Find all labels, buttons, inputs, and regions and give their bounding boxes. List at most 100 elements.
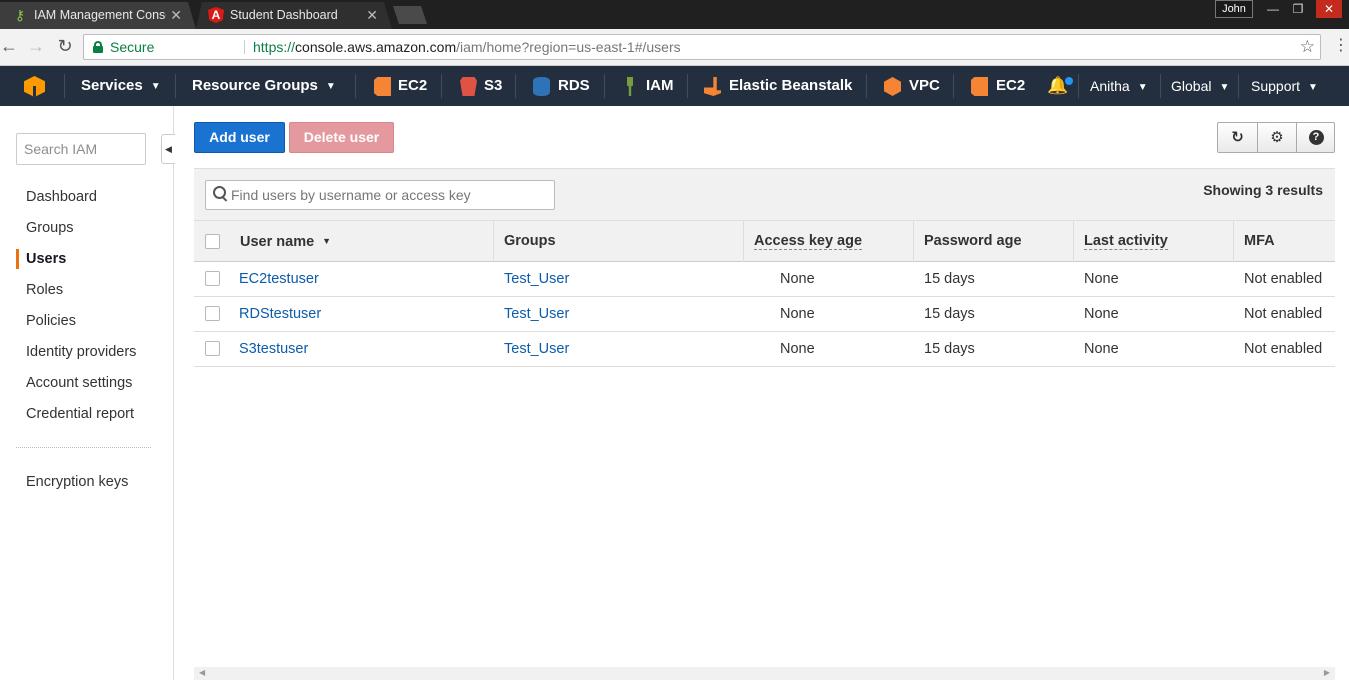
browser-tab-iam[interactable]: ⚷ IAM Management Console ✕: [0, 2, 196, 29]
column-label: User name: [240, 234, 315, 250]
browser-toolbar: ← → ↻ Secure https://console.aws.amazon.…: [0, 29, 1349, 66]
rds-icon: [533, 77, 550, 96]
shortcut-iam[interactable]: IAM: [646, 66, 674, 106]
select-all-checkbox[interactable]: [205, 234, 220, 249]
column-separator: [493, 221, 494, 262]
elastic-beanstalk-icon: [704, 77, 721, 96]
account-menu[interactable]: Anitha ▼: [1090, 66, 1148, 106]
caret-down-icon: ▼: [150, 81, 161, 92]
sidebar-item-policies[interactable]: Policies: [26, 313, 76, 329]
table-row[interactable]: S3testuser Test_User None 15 days None N…: [194, 332, 1335, 367]
browser-tab-student-dashboard[interactable]: A Student Dashboard ✕: [196, 2, 392, 29]
user-name-link[interactable]: EC2testuser: [239, 262, 319, 296]
window-minimize-button[interactable]: —: [1262, 0, 1284, 18]
notifications-bell-icon[interactable]: 🔔: [1047, 76, 1068, 96]
access-key-age: None: [780, 271, 815, 287]
shortcut-ec2[interactable]: EC2: [398, 66, 427, 106]
shortcut-rds[interactable]: RDS: [558, 66, 590, 106]
group-link[interactable]: Test_User: [504, 262, 569, 296]
row-checkbox[interactable]: [205, 306, 220, 321]
shortcut-s3[interactable]: S3: [484, 66, 502, 106]
sidebar-item-account-settings[interactable]: Account settings: [26, 375, 132, 391]
sidebar-collapse-button[interactable]: ◀: [161, 134, 175, 164]
sidebar-item-users[interactable]: Users: [26, 251, 66, 267]
nav-separator: [1238, 74, 1239, 98]
sidebar-item-identity-providers[interactable]: Identity providers: [26, 344, 136, 360]
column-password-age[interactable]: Password age: [924, 221, 1022, 262]
refresh-icon[interactable]: ↻: [1218, 123, 1257, 152]
window-close-button[interactable]: ✕: [1316, 0, 1342, 18]
aws-logo-icon[interactable]: [24, 76, 45, 97]
sort-down-icon: ▼: [322, 236, 332, 246]
column-user-name[interactable]: User name ▼: [240, 221, 331, 262]
horizontal-scrollbar[interactable]: ◀ ▶: [194, 667, 1335, 680]
address-bar[interactable]: Secure https://console.aws.amazon.com/ia…: [83, 34, 1321, 60]
group-link[interactable]: Test_User: [504, 332, 569, 366]
search-iam-input[interactable]: [16, 133, 146, 165]
users-table-header: Showing 3 results User name ▼ Groups Acce…: [194, 168, 1335, 262]
resource-groups-menu[interactable]: Resource Groups ▼: [192, 66, 336, 106]
column-separator: [913, 221, 914, 262]
iam-key-favicon-icon: ⚷: [14, 7, 26, 23]
reload-icon[interactable]: ↻: [54, 35, 76, 57]
row-checkbox[interactable]: [205, 271, 220, 286]
help-icon[interactable]: ?: [1296, 123, 1335, 152]
scroll-right-icon[interactable]: ▶: [1324, 668, 1330, 677]
address-separator: [244, 40, 245, 54]
mfa-status: Not enabled: [1244, 341, 1323, 357]
mfa-status: Not enabled: [1244, 271, 1323, 287]
iam-sidebar: Dashboard Groups Users Roles Policies Id…: [0, 106, 174, 680]
region-label: Global: [1171, 78, 1212, 94]
scroll-left-icon[interactable]: ◀: [199, 668, 205, 677]
sidebar-item-dashboard[interactable]: Dashboard: [26, 189, 97, 205]
add-user-button[interactable]: Add user: [194, 122, 285, 153]
nav-separator: [175, 74, 176, 98]
caret-down-icon: ▼: [1308, 82, 1318, 93]
user-filter: [205, 180, 555, 210]
row-checkbox[interactable]: [205, 341, 220, 356]
forward-arrow-icon[interactable]: →: [25, 35, 47, 57]
group-link[interactable]: Test_User: [504, 297, 569, 331]
table-row[interactable]: EC2testuser Test_User None 15 days None …: [194, 262, 1335, 297]
aws-navigation-bar: Services ▼ Resource Groups ▼ EC2 S3 RDS IA…: [0, 66, 1349, 106]
bookmark-star-icon[interactable]: ☆: [1300, 35, 1315, 59]
find-users-input[interactable]: [231, 181, 551, 209]
secure-label: Secure: [110, 39, 155, 55]
services-menu[interactable]: Services ▼: [81, 66, 161, 106]
column-groups[interactable]: Groups: [504, 221, 556, 262]
shortcut-vpc[interactable]: VPC: [909, 66, 940, 106]
column-separator: [1233, 221, 1234, 262]
services-label: Services: [81, 77, 143, 94]
sidebar-item-roles[interactable]: Roles: [26, 282, 63, 298]
angular-favicon-icon: A: [208, 7, 224, 23]
support-menu[interactable]: Support ▼: [1251, 66, 1318, 106]
tab-close-icon[interactable]: ✕: [170, 2, 182, 28]
column-access-key-age[interactable]: Access key age: [754, 221, 863, 262]
new-tab-button[interactable]: [393, 6, 427, 24]
user-name-link[interactable]: S3testuser: [239, 332, 308, 366]
table-row[interactable]: RDStestuser Test_User None 15 days None …: [194, 297, 1335, 332]
table-column-headers: User name ▼ Groups Access key age Passwor…: [194, 220, 1335, 262]
tab-close-icon[interactable]: ✕: [366, 2, 378, 28]
back-arrow-icon[interactable]: ←: [0, 35, 20, 57]
shortcut-elastic-beanstalk[interactable]: Elastic Beanstalk: [729, 66, 852, 106]
shortcut-ec2-container[interactable]: EC2 C: [996, 66, 1030, 106]
sidebar-item-encryption-keys[interactable]: Encryption keys: [26, 474, 128, 490]
nav-separator: [515, 74, 516, 98]
column-label: Last activity: [1084, 233, 1168, 250]
browser-menu-icon[interactable]: ⋮: [1333, 36, 1349, 56]
region-menu[interactable]: Global ▼: [1171, 66, 1229, 106]
sidebar-item-credential-report[interactable]: Credential report: [26, 406, 134, 422]
resource-groups-label: Resource Groups: [192, 77, 318, 94]
column-mfa[interactable]: MFA: [1244, 221, 1275, 262]
user-name-link[interactable]: RDStestuser: [239, 297, 321, 331]
account-label: Anitha: [1090, 78, 1130, 94]
delete-user-button[interactable]: Delete user: [289, 122, 394, 153]
gear-icon[interactable]: ⚙: [1257, 123, 1296, 152]
password-age: 15 days: [924, 271, 975, 287]
sidebar-divider: [16, 447, 151, 448]
window-maximize-button[interactable]: ❐: [1287, 0, 1309, 18]
sidebar-item-groups[interactable]: Groups: [26, 220, 74, 236]
browser-profile-button[interactable]: John: [1215, 0, 1253, 18]
column-last-activity[interactable]: Last activity: [1084, 221, 1168, 262]
